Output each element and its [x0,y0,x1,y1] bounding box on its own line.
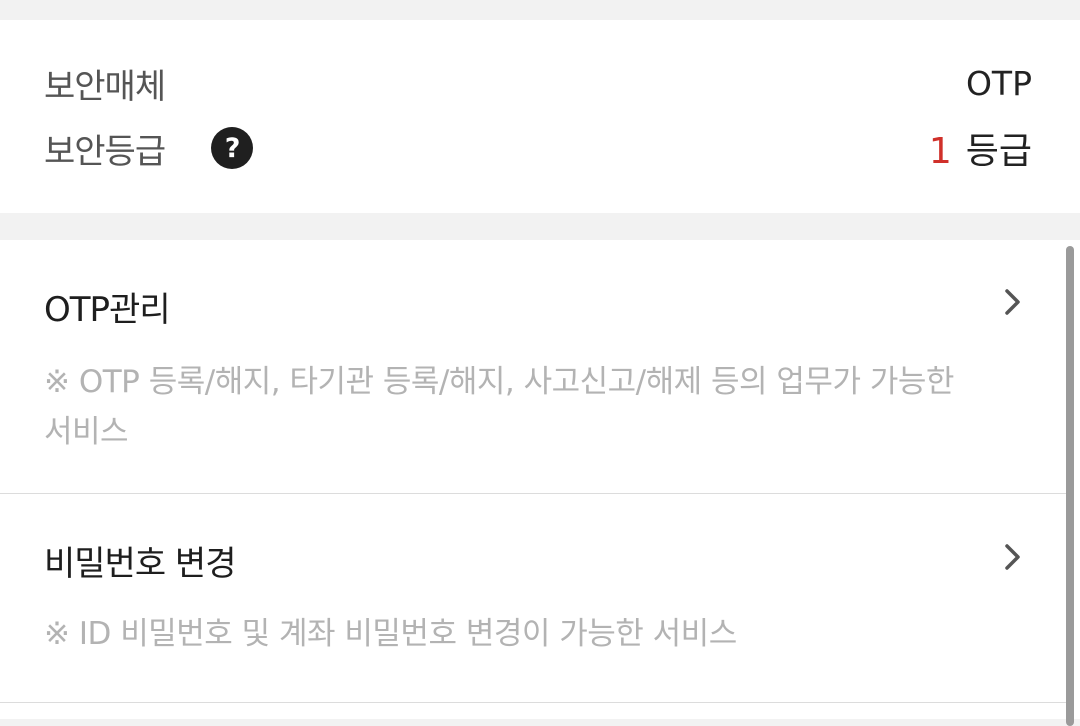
menu-item-password-change[interactable]: 비밀번호 변경 ※ ID 비밀번호 및 계좌 비밀번호 변경이 가능한 서비스 [0,494,1066,703]
chevron-right-icon [1005,544,1020,570]
top-spacer [0,0,1080,20]
scrollbar[interactable] [1066,246,1074,726]
grade-unit: 등급 [965,131,1032,172]
security-grade-label: 보안등급 [44,131,166,172]
menu-item-otp-management[interactable]: OTP관리 ※ OTP 등록/해지, 타기관 등록/해지, 사고신고/해제 등의… [0,240,1066,494]
grade-number: 1 [928,131,952,172]
security-info-card: 보안매체 OTP 보안등급 ? 1 등급 [0,20,1080,213]
security-medium-label: 보안매체 [44,66,166,107]
section-divider [0,213,1080,240]
security-medium-row: 보안매체 OTP [44,53,1032,113]
security-grade-value: 1 등급 [929,122,1032,174]
security-grade-row: 보안등급 ? 1 등급 [44,118,1032,178]
chevron-right-icon [1005,289,1020,315]
security-medium-value: OTP [965,63,1032,103]
menu-list: OTP관리 ※ OTP 등록/해지, 타기관 등록/해지, 사고신고/해제 등의… [0,240,1080,719]
menu-item-title: OTP관리 [44,290,171,330]
menu-item-description: ※ ID 비밀번호 및 계좌 비밀번호 변경이 가능한 서비스 [44,616,737,652]
help-icon[interactable]: ? [211,127,254,169]
security-grade-label-group: 보안등급 ? [44,124,254,173]
menu-item-title: 비밀번호 변경 [44,544,236,584]
menu-item-description: ※ OTP 등록/해지, 타기관 등록/해지, 사고신고/해제 등의 업무가 가… [44,364,954,450]
